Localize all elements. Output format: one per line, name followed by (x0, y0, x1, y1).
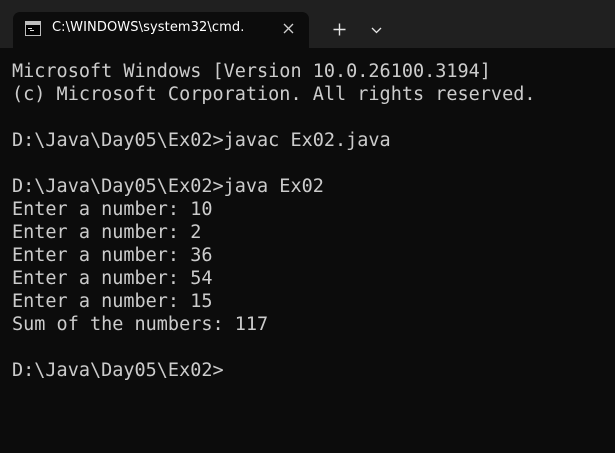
tab-close-button[interactable] (279, 19, 297, 37)
title-bar: C:\WINDOWS\system32\cmd. (0, 0, 615, 48)
terminal-line: (c) Microsoft Corporation. All rights re… (12, 84, 536, 105)
terminal-window: C:\WINDOWS\system32\cmd. Microsoft Windo… (0, 0, 615, 453)
terminal-line: Enter a number: 15 (12, 291, 213, 312)
cmd-terminal-icon (25, 21, 41, 36)
terminal-line: Sum of the numbers: 117 (12, 314, 269, 335)
terminal-line: D:\Java\Day05\Ex02>java Ex02 (12, 176, 324, 197)
terminal-output[interactable]: Microsoft Windows [Version 10.0.26100.31… (0, 48, 615, 453)
close-icon (283, 23, 293, 33)
tab-title: C:\WINDOWS\system32\cmd. (52, 20, 245, 35)
terminal-line: D:\Java\Day05\Ex02>javac Ex02.java (12, 130, 391, 151)
new-tab-button[interactable] (326, 16, 352, 42)
tab-dropdown-button[interactable] (363, 17, 389, 43)
terminal-prompt: D:\Java\Day05\Ex02> (12, 360, 224, 381)
terminal-line: Enter a number: 10 (12, 199, 213, 220)
terminal-lines: Microsoft Windows [Version 10.0.26100.31… (12, 60, 535, 382)
plus-icon (333, 23, 345, 35)
terminal-line: Enter a number: 54 (12, 268, 213, 289)
terminal-line: Microsoft Windows [Version 10.0.26100.31… (12, 61, 491, 82)
chevron-down-icon (371, 27, 381, 33)
terminal-line: Enter a number: 2 (12, 222, 202, 243)
terminal-line: Enter a number: 36 (12, 245, 213, 266)
tab-cmd[interactable]: C:\WINDOWS\system32\cmd. (13, 12, 309, 48)
